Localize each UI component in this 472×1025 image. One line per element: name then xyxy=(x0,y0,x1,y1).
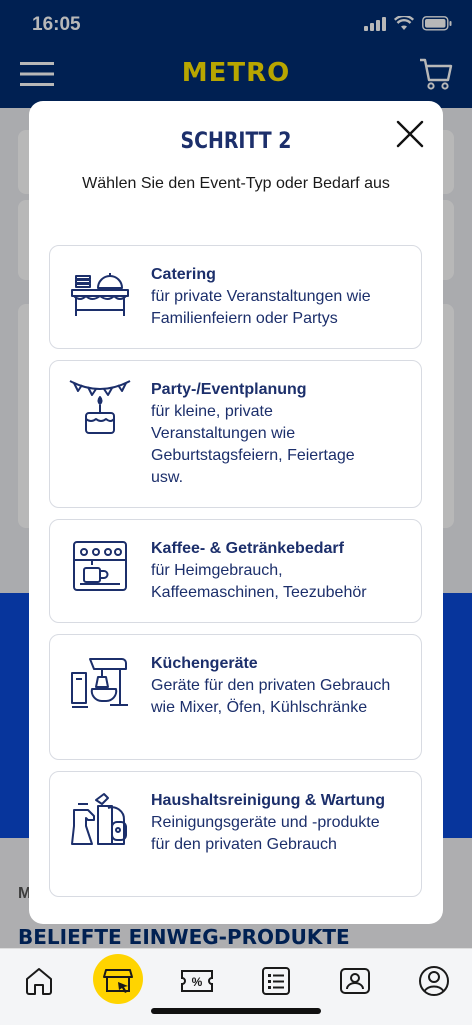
close-icon[interactable] xyxy=(393,117,427,151)
nav-home[interactable] xyxy=(19,961,59,1001)
modal-title: SCHRITT 2 xyxy=(180,129,292,154)
option-text: Haushaltsreinigung & Wartung Reinigungsg… xyxy=(151,790,409,856)
option-catering[interactable]: Catering für private Veranstaltungen wie… xyxy=(49,245,422,349)
party-icon xyxy=(69,380,131,434)
nav-store[interactable] xyxy=(98,959,138,999)
event-type-modal: SCHRITT 2 Wählen Sie den Event-Typ oder … xyxy=(29,101,443,924)
nav-card[interactable] xyxy=(335,961,375,1001)
option-title: Haushaltsreinigung & Wartung xyxy=(151,792,386,809)
option-title: Küchengeräte xyxy=(151,655,258,672)
option-description: für kleine, private Veranstaltungen wie … xyxy=(151,403,355,486)
coupon-icon: % xyxy=(181,970,213,992)
option-cleaning[interactable]: Haushaltsreinigung & Wartung Reinigungsg… xyxy=(49,771,422,897)
home-indicator[interactable] xyxy=(151,1008,321,1014)
profile-icon xyxy=(419,966,449,996)
store-icon xyxy=(103,969,133,993)
option-text: Kaffee- & Getränkebedarf für Heimgebrauc… xyxy=(151,538,409,604)
nav-coupons[interactable]: % xyxy=(177,961,217,1001)
option-coffee[interactable]: Kaffee- & Getränkebedarf für Heimgebrauc… xyxy=(49,519,422,623)
option-description: für private Veranstaltungen wie Familien… xyxy=(151,288,371,327)
coffee-machine-icon xyxy=(73,541,127,591)
option-party[interactable]: Party-/Eventplanung für kleine, private … xyxy=(49,360,422,508)
nav-profile[interactable] xyxy=(414,961,454,1001)
option-text: Party-/Eventplanung für kleine, private … xyxy=(151,379,409,489)
cleaning-icon xyxy=(71,793,127,845)
nav-list[interactable] xyxy=(256,961,296,1001)
option-text: Catering für private Veranstaltungen wie… xyxy=(151,264,409,330)
option-description: Geräte für den privaten Gebrauch wie Mix… xyxy=(151,677,391,716)
catering-icon xyxy=(71,273,129,316)
option-title: Catering xyxy=(151,266,216,283)
kitchen-appliance-icon xyxy=(71,658,128,708)
option-description: Reinigungsgeräte und -produkte für den p… xyxy=(151,814,380,853)
card-icon xyxy=(340,968,370,994)
home-icon xyxy=(26,968,52,995)
option-title: Kaffee- & Getränkebedarf xyxy=(151,540,344,557)
modal-subtitle: Wählen Sie den Event-Typ oder Bedarf aus xyxy=(82,175,390,192)
svg-text:%: % xyxy=(192,975,203,989)
option-title: Party-/Eventplanung xyxy=(151,381,307,398)
option-text: Küchengeräte Geräte für den privaten Geb… xyxy=(151,653,409,719)
option-description: für Heimgebrauch, Kaffeemaschinen, Teezu… xyxy=(151,562,367,601)
option-kitchen[interactable]: Küchengeräte Geräte für den privaten Geb… xyxy=(49,634,422,760)
list-icon xyxy=(262,967,290,995)
